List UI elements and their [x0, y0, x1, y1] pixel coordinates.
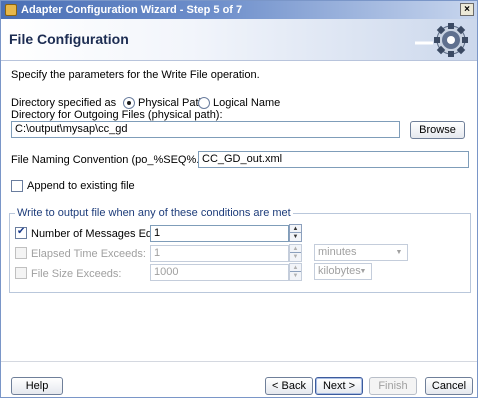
directory-spec-label: Directory specified as	[11, 97, 117, 109]
elapsed-input[interactable]: 1	[150, 245, 289, 262]
page-header: File Configuration	[1, 19, 477, 61]
spinner-down-icon[interactable]: ▼	[290, 233, 301, 241]
filesize-label[interactable]: File Size Exceeds:	[31, 268, 121, 280]
elapsed-spinner[interactable]: ▲ ▼	[289, 244, 302, 262]
page-title: File Configuration	[9, 31, 129, 47]
outgoing-dir-input[interactable]: C:\output\mysap\cc_gd	[11, 121, 400, 138]
append-checkbox[interactable]	[11, 180, 23, 192]
spinner-up-icon[interactable]: ▲	[290, 225, 301, 233]
logical-name-label[interactable]: Logical Name	[213, 97, 280, 109]
gear-icon	[415, 23, 468, 57]
window-title: Adapter Configuration Wizard - Step 5 of…	[21, 4, 243, 16]
spinner-down-icon[interactable]: ▼	[290, 272, 301, 280]
next-button[interactable]: Next >	[315, 377, 363, 395]
chevron-down-icon[interactable]: ▼	[393, 246, 405, 259]
messages-input[interactable]: 1	[150, 225, 289, 242]
elapsed-unit-value: minutes	[318, 246, 357, 258]
title-bar: Adapter Configuration Wizard - Step 5 of…	[1, 1, 477, 19]
logical-name-radio[interactable]	[198, 97, 210, 109]
help-button[interactable]: Help	[11, 377, 63, 395]
file-naming-label: File Naming Convention (po_%SEQ%.txt):	[11, 154, 218, 166]
conditions-legend: Write to output file when any of these c…	[15, 207, 293, 219]
outgoing-dir-label: Directory for Outgoing Files (physical p…	[11, 109, 223, 121]
elapsed-unit-select[interactable]: minutes ▼	[314, 244, 408, 261]
file-naming-input[interactable]: CC_GD_out.xml	[198, 151, 469, 168]
browse-button[interactable]: Browse	[410, 121, 465, 139]
finish-button[interactable]: Finish	[369, 377, 417, 395]
physical-path-radio[interactable]	[123, 97, 135, 109]
spinner-down-icon[interactable]: ▼	[290, 253, 301, 261]
spinner-up-icon[interactable]: ▲	[290, 245, 301, 253]
close-icon[interactable]: ×	[460, 3, 474, 16]
cancel-button[interactable]: Cancel	[425, 377, 473, 395]
footer-divider	[1, 361, 477, 362]
description-text: Specify the parameters for the Write Fil…	[11, 69, 260, 81]
filesize-checkbox[interactable]	[15, 267, 27, 279]
filesize-input[interactable]: 1000	[150, 264, 289, 281]
chevron-down-icon[interactable]: ▼	[357, 265, 369, 278]
filesize-spinner[interactable]: ▲ ▼	[289, 263, 302, 281]
spinner-up-icon[interactable]: ▲	[290, 264, 301, 272]
filesize-unit-value: kilobytes	[318, 265, 361, 277]
messages-checkbox[interactable]	[15, 226, 27, 239]
append-label[interactable]: Append to existing file	[27, 180, 135, 192]
elapsed-label[interactable]: Elapsed Time Exceeds:	[31, 248, 146, 260]
messages-spinner[interactable]: ▲ ▼	[289, 224, 302, 242]
physical-path-label[interactable]: Physical Path	[138, 97, 205, 109]
filesize-unit-select[interactable]: kilobytes ▼	[314, 263, 372, 280]
app-icon	[5, 4, 17, 16]
back-button[interactable]: < Back	[265, 377, 313, 395]
wizard-window: Adapter Configuration Wizard - Step 5 of…	[0, 0, 478, 398]
elapsed-checkbox[interactable]	[15, 247, 27, 259]
